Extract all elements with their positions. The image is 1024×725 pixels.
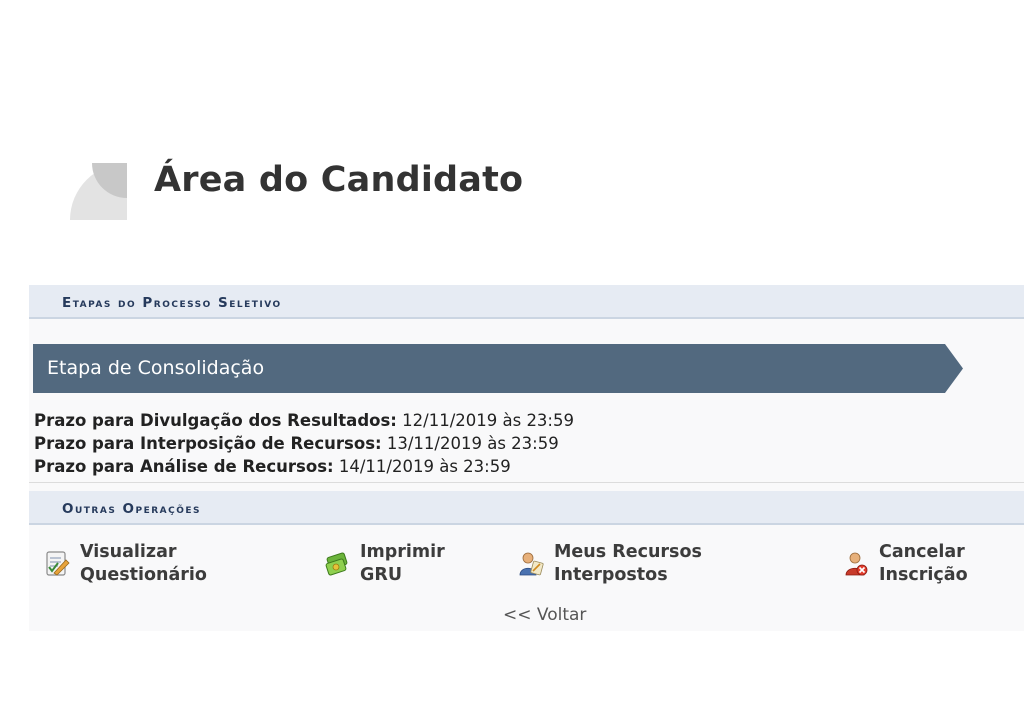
user-cancel-icon bbox=[845, 552, 868, 576]
deadline-label: Prazo para Interposição de Recursos: bbox=[34, 434, 382, 453]
header-decoration bbox=[70, 163, 127, 220]
deadline-appeals-analysis: Prazo para Análise de Recursos: 14/11/20… bbox=[34, 457, 511, 476]
cancel-registration-label: Cancelar Inscrição bbox=[879, 542, 968, 585]
deadline-value: 12/11/2019 às 23:59 bbox=[402, 411, 574, 430]
deadline-label: Prazo para Análise de Recursos: bbox=[34, 457, 334, 476]
deadline-value: 14/11/2019 às 23:59 bbox=[338, 457, 511, 476]
print-gru-label: Imprimir GRU bbox=[360, 542, 445, 585]
view-questionnaire-link[interactable]: Visualizar Questionário bbox=[44, 541, 244, 591]
stage-name: Etapa de Consolidação bbox=[47, 357, 265, 379]
cancel-registration-link[interactable]: Cancelar Inscrição bbox=[843, 541, 1023, 591]
stage-banner: Etapa de Consolidação bbox=[33, 344, 963, 393]
print-gru-link[interactable]: Imprimir GRU bbox=[324, 541, 494, 591]
my-appeals-label: Meus Recursos Interpostos bbox=[554, 542, 702, 585]
user-document-icon bbox=[519, 552, 544, 576]
back-link[interactable]: << Voltar bbox=[503, 605, 586, 625]
candidate-panel: Etapas do Processo Seletivo Etapa de Con… bbox=[29, 285, 1024, 631]
deadline-appeals: Prazo para Interposição de Recursos: 13/… bbox=[34, 434, 559, 453]
print-money-icon bbox=[325, 552, 348, 576]
view-questionnaire-label: Visualizar Questionário bbox=[80, 542, 207, 585]
operations-section-header: Outras Operações bbox=[29, 491, 1024, 525]
operations-section-title: Outras Operações bbox=[62, 501, 202, 517]
section-divider bbox=[29, 482, 1024, 483]
questionnaire-icon bbox=[46, 551, 70, 576]
stages-section-header: Etapas do Processo Seletivo bbox=[29, 285, 1024, 319]
deadline-label: Prazo para Divulgação dos Resultados: bbox=[34, 411, 397, 430]
deadline-value: 13/11/2019 às 23:59 bbox=[386, 434, 559, 453]
stages-section-title: Etapas do Processo Seletivo bbox=[62, 295, 282, 311]
deadline-results: Prazo para Divulgação dos Resultados: 12… bbox=[34, 411, 574, 430]
my-appeals-link[interactable]: Meus Recursos Interpostos bbox=[518, 541, 778, 591]
page-title: Área do Candidato bbox=[154, 160, 524, 200]
